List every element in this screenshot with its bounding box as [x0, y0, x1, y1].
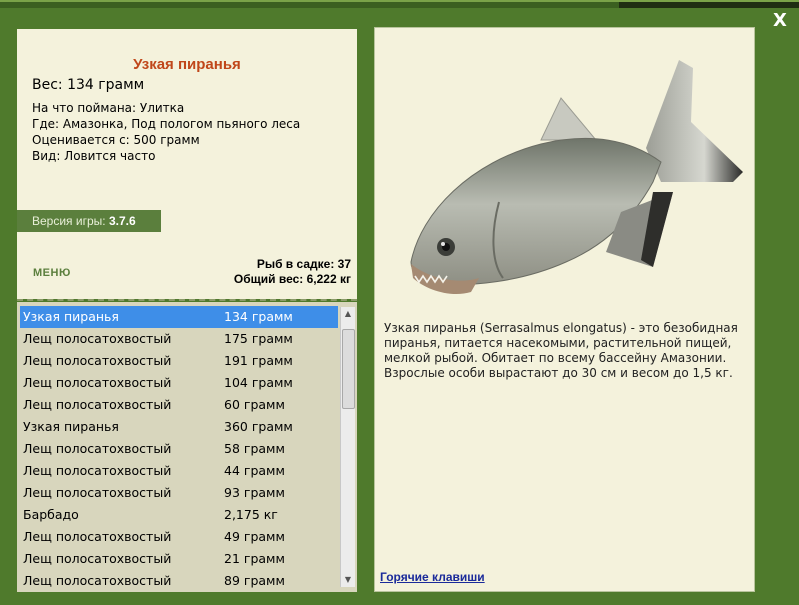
- list-item[interactable]: Лещ полосатохвостый 175 грамм: [20, 328, 338, 350]
- fish-detail-panel: Узкая пиранья (Serrasalmus elongatus) - …: [374, 27, 755, 592]
- list-item-weight: 175 грамм: [224, 331, 293, 346]
- fish-details: На что поймана: Улитка Где: Амазонка, По…: [32, 100, 300, 164]
- hotkeys-link[interactable]: Горячие клавиши: [380, 570, 485, 584]
- list-item-weight: 58 грамм: [224, 441, 285, 456]
- list-item[interactable]: Лещ полосатохвостый 89 грамм: [20, 570, 338, 592]
- top-strip: [0, 2, 799, 8]
- top-strip-dark: [619, 2, 799, 8]
- list-item-weight: 93 грамм: [224, 485, 285, 500]
- catch-list-rows: Узкая пиранья 134 грамм Лещ полосатохвосты…: [20, 306, 338, 592]
- list-item-weight: 104 грамм: [224, 375, 293, 390]
- list-item-weight: 89 грамм: [224, 573, 285, 588]
- list-item-weight: 21 грамм: [224, 551, 285, 566]
- version-label: Версия игры:: [32, 214, 109, 228]
- fish-location: Где: Амазонка, Под пологом пьяного леса: [32, 117, 301, 131]
- list-item-name: Лещ полосатохвостый: [23, 331, 172, 346]
- list-item[interactable]: Узкая пиранья 360 грамм: [20, 416, 338, 438]
- list-item[interactable]: Лещ полосатохвостый 58 грамм: [20, 438, 338, 460]
- list-item-weight: 134 грамм: [224, 309, 293, 324]
- menu-button[interactable]: МЕНЮ: [33, 267, 71, 279]
- scroll-up-icon[interactable]: ▲: [341, 307, 355, 321]
- fish-description: Узкая пиранья (Serrasalmus elongatus) - …: [384, 321, 738, 380]
- list-item-name: Лещ полосатохвостый: [23, 485, 172, 500]
- list-item-weight: 49 грамм: [224, 529, 285, 544]
- list-item[interactable]: Лещ полосатохвостый 191 грамм: [20, 350, 338, 372]
- fish-valued-from: Оценивается с: 500 грамм: [32, 133, 200, 147]
- fish-weight: Вес: 134 грамм: [32, 77, 145, 93]
- list-item[interactable]: Лещ полосатохвостый 104 грамм: [20, 372, 338, 394]
- list-scrollbar[interactable]: ▲ ▼: [340, 307, 355, 587]
- fish-bait: На что поймана: Улитка: [32, 101, 185, 115]
- piranha-illustration: [410, 60, 743, 295]
- dashed-divider: [17, 299, 357, 301]
- scroll-down-icon[interactable]: ▼: [341, 573, 355, 587]
- list-item[interactable]: Лещ полосатохвостый 44 грамм: [20, 460, 338, 482]
- list-item[interactable]: Лещ полосатохвостый 21 грамм: [20, 548, 338, 570]
- fish-info-panel: Узкая пиранья Вес: 134 грамм На что пойм…: [17, 29, 357, 299]
- list-item-name: Лещ полосатохвостый: [23, 397, 172, 412]
- keepnet-stats: Рыб в садке: 37 Общий вес: 6,222 кг: [234, 257, 351, 287]
- list-item-name: Лещ полосатохвостый: [23, 573, 172, 588]
- list-item[interactable]: Лещ полосатохвостый 60 грамм: [20, 394, 338, 416]
- list-item-name: Лещ полосатохвостый: [23, 551, 172, 566]
- list-item-name: Лещ полосатохвостый: [23, 463, 172, 478]
- fish-frequency: Вид: Ловится часто: [32, 149, 156, 163]
- list-item[interactable]: Лещ полосатохвостый 49 грамм: [20, 526, 338, 548]
- list-item[interactable]: Лещ полосатохвостый 93 грамм: [20, 482, 338, 504]
- list-item-name: Лещ полосатохвостый: [23, 441, 172, 456]
- game-version-badge: Версия игры: 3.7.6: [17, 210, 161, 232]
- list-item-name: Лещ полосатохвостый: [23, 375, 172, 390]
- list-item-name: Лещ полосатохвостый: [23, 353, 172, 368]
- total-weight: Общий вес: 6,222 кг: [233, 272, 351, 286]
- fish-title: Узкая пиранья: [133, 56, 241, 73]
- scroll-thumb[interactable]: [342, 329, 355, 409]
- list-item-name: Узкая пиранья: [23, 309, 119, 324]
- game-window: X Узкая пиранья Вес: 134 грамм На что по…: [0, 0, 799, 605]
- list-item[interactable]: Барбадо 2,175 кг: [20, 504, 338, 526]
- list-item-weight: 2,175 кг: [224, 507, 278, 522]
- list-item-name: Узкая пиранья: [23, 419, 119, 434]
- catch-list[interactable]: Узкая пиранья 134 грамм Лещ полосатохвосты…: [17, 302, 357, 592]
- version-value: 3.7.6: [108, 214, 136, 228]
- list-item-weight: 360 грамм: [224, 419, 293, 434]
- list-item-weight: 60 грамм: [224, 397, 285, 412]
- list-item[interactable]: Узкая пиранья 134 грамм: [20, 306, 338, 328]
- close-button[interactable]: X: [769, 10, 791, 32]
- list-item-name: Барбадо: [23, 507, 79, 522]
- list-item-weight: 44 грамм: [224, 463, 285, 478]
- fish-image: [391, 52, 751, 312]
- fish-count: Рыб в садке: 37: [256, 257, 351, 271]
- list-item-weight: 191 грамм: [224, 353, 293, 368]
- list-item-name: Лещ полосатохвостый: [23, 529, 172, 544]
